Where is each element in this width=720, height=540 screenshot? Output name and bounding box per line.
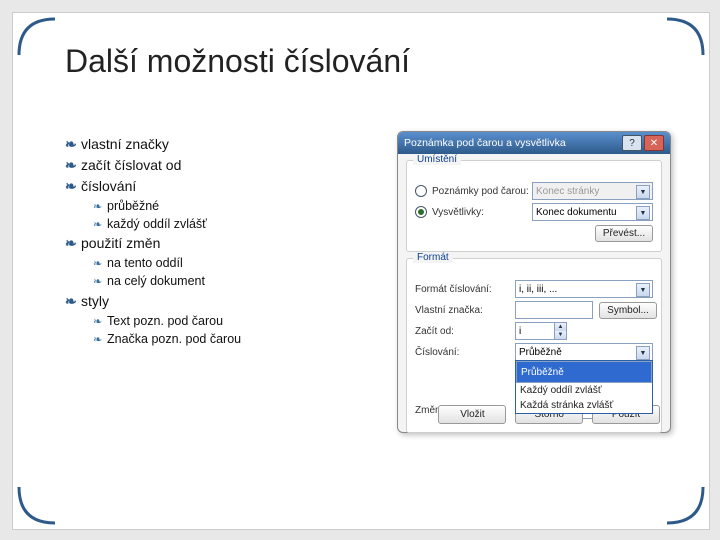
corner-decoration <box>17 485 57 525</box>
corner-decoration <box>17 17 57 57</box>
group-label: Formát <box>413 252 453 263</box>
numbering-select[interactable]: Průběžně ▼ <box>515 343 653 361</box>
dropdown-option[interactable]: Každá stránka zvlášť <box>516 398 652 413</box>
dialog-titlebar[interactable]: Poznámka pod čarou a vysvětlivka ? ✕ <box>398 132 670 154</box>
list-item: ❧průběžné <box>93 198 375 215</box>
footnotes-label: Poznámky pod čarou: <box>432 186 532 197</box>
list-item: ❧každý oddíl zvlášť <box>93 216 375 233</box>
endnotes-radio[interactable] <box>415 206 427 218</box>
location-group: Umístění Poznámky pod čarou: Konec strán… <box>406 160 662 252</box>
list-text: styly <box>81 293 109 309</box>
numbering-dropdown-list: Průběžně Každý oddíl zvlášť Každá stránk… <box>515 360 653 414</box>
corner-decoration <box>665 485 705 525</box>
select-value: Konec dokumentu <box>536 207 617 218</box>
list-item: ❧začít číslovat od <box>65 156 375 175</box>
dropdown-option[interactable]: Každý oddíl zvlášť <box>516 383 652 398</box>
outline: ❧vlastní značky ❧začít číslovat od ❧čísl… <box>65 133 375 349</box>
chevron-down-icon: ▼ <box>636 346 650 360</box>
list-text: vlastní značky <box>81 136 169 152</box>
list-text: číslování <box>81 178 136 194</box>
list-item: ❧styly <box>65 292 375 311</box>
help-icon[interactable]: ? <box>622 135 642 151</box>
dropdown-option[interactable]: Průběžně <box>516 361 652 383</box>
footnote-dialog: Poznámka pod čarou a vysvětlivka ? ✕ Umí… <box>397 131 671 433</box>
number-format-select[interactable]: i, ii, iii, ... ▼ <box>515 280 653 298</box>
list-text: použití změn <box>81 235 160 251</box>
spinner-value: i <box>519 326 521 337</box>
custom-mark-label: Vlastní značka: <box>415 305 515 316</box>
custom-mark-input[interactable] <box>515 301 593 319</box>
group-label: Umístění <box>413 154 461 165</box>
slide: Další možnosti číslování ❧vlastní značky… <box>12 12 710 530</box>
select-value: i, ii, iii, ... <box>519 284 557 295</box>
corner-decoration <box>665 17 705 57</box>
list-text: průběžné <box>107 199 159 213</box>
list-text: Značka pozn. pod čarou <box>107 332 241 346</box>
select-value: Průběžně <box>519 347 562 358</box>
convert-button[interactable]: Převést... <box>595 225 653 242</box>
slide-title: Další možnosti číslování <box>65 43 410 80</box>
number-format-label: Formát číslování: <box>415 284 515 295</box>
dialog-title: Poznámka pod čarou a vysvětlivka <box>404 137 566 149</box>
close-icon[interactable]: ✕ <box>644 135 664 151</box>
list-text: na celý dokument <box>107 274 205 288</box>
list-item: ❧číslování <box>65 177 375 196</box>
endnotes-select[interactable]: Konec dokumentu ▼ <box>532 203 653 221</box>
list-text: na tento oddíl <box>107 256 183 270</box>
spin-up-icon[interactable]: ▲ <box>554 323 566 331</box>
list-item: ❧na tento oddíl <box>93 255 375 272</box>
insert-button[interactable]: Vložit <box>438 405 506 424</box>
numbering-label: Číslování: <box>415 347 515 358</box>
start-at-spinner[interactable]: i ▲▼ <box>515 322 567 340</box>
chevron-down-icon: ▼ <box>636 283 650 297</box>
select-value: Konec stránky <box>536 186 599 197</box>
start-at-label: Začít od: <box>415 326 515 337</box>
list-text: Text pozn. pod čarou <box>107 314 223 328</box>
list-item: ❧Značka pozn. pod čarou <box>93 331 375 348</box>
chevron-down-icon: ▼ <box>636 185 650 199</box>
list-text: začít číslovat od <box>81 157 181 173</box>
list-item: ❧na celý dokument <box>93 273 375 290</box>
list-item: ❧vlastní značky <box>65 135 375 154</box>
footnotes-radio[interactable] <box>415 185 427 197</box>
chevron-down-icon: ▼ <box>636 206 650 220</box>
symbol-button[interactable]: Symbol... <box>599 302 657 319</box>
list-text: každý oddíl zvlášť <box>107 217 207 231</box>
endnotes-label: Vysvětlivky: <box>432 207 532 218</box>
footnotes-select[interactable]: Konec stránky ▼ <box>532 182 653 200</box>
list-item: ❧Text pozn. pod čarou <box>93 313 375 330</box>
spin-down-icon[interactable]: ▼ <box>554 331 566 339</box>
list-item: ❧použití změn <box>65 234 375 253</box>
